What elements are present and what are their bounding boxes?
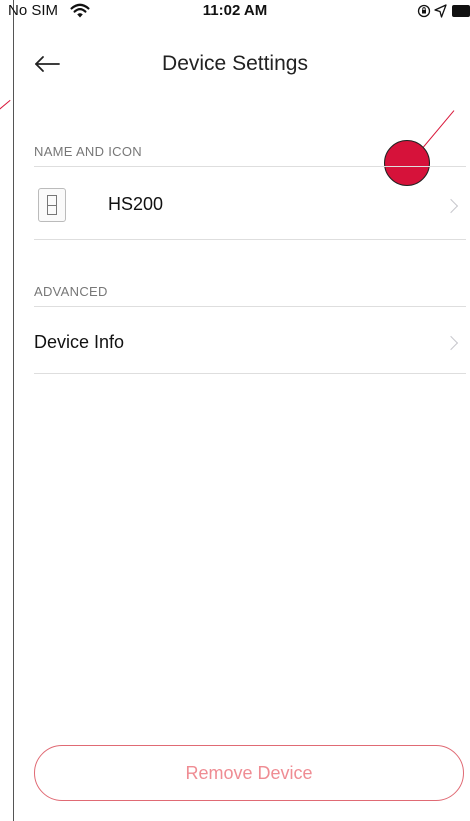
location-icon [434,4,447,18]
annotation-line-left [0,99,11,111]
annotation-marker [384,140,430,186]
divider [34,239,466,240]
chevron-right-icon [443,198,459,214]
section-header-advanced: ADVANCED [34,284,108,299]
wall-switch-icon [38,188,66,222]
device-info-label: Device Info [34,332,125,352]
chevron-right-icon [443,335,459,351]
device-name-row[interactable]: HS200 [34,188,466,224]
page-title: Device Settings [162,52,308,75]
device-info-row[interactable]: Device Info [34,322,466,362]
device-name-label: HS200 [108,194,164,214]
battery-icon [452,5,470,17]
remove-device-label: Remove Device [185,762,313,783]
remove-device-button[interactable]: Remove Device [34,745,464,801]
divider [34,306,466,307]
divider [34,166,466,167]
status-time: 11:02 AM [202,2,268,19]
status-bar: No SIM 11:02 AM [0,0,470,24]
section-header-name-and-icon: NAME AND ICON [34,144,142,159]
divider [34,373,466,374]
lock-rotation-icon [417,4,431,18]
frame-edge [13,0,14,821]
